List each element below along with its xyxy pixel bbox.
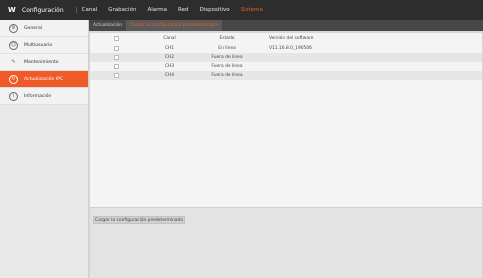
update-icon: ↻: [9, 74, 18, 84]
cell-canal: CH1: [164, 46, 175, 51]
users-icon: ☺: [9, 40, 18, 50]
info-icon: i: [9, 91, 18, 101]
table-header: Canal Estado Versión del software: [90, 33, 482, 44]
sidebar-item-label: Actualización IPC: [24, 76, 64, 82]
table-row[interactable]: CH2 Fuera de línea: [90, 53, 482, 62]
sidebar-item-label: General: [24, 25, 43, 31]
cell-estado: Fuera de línea: [211, 73, 243, 78]
gear-icon: ⚙: [9, 23, 18, 33]
menu-dispositivo[interactable]: Dispositivo: [199, 7, 229, 13]
row-checkbox[interactable]: [113, 46, 119, 51]
cell-estado: Fuera de línea: [211, 55, 243, 60]
cell-canal: CH4: [164, 73, 175, 78]
sidebar-item-label: Mantenimiento: [24, 59, 59, 65]
sidebar: ⚙ General ☺ Multiusuario ✎ Mantenimiento…: [0, 20, 89, 278]
cell-version: V11.16.8.0_190506: [269, 46, 312, 51]
menu-grabacion[interactable]: Grabación: [108, 7, 136, 13]
load-default-config-button[interactable]: Cargar la configuración predeterminada: [93, 216, 185, 224]
table-body: CH1 En línea V11.16.8.0_190506 CH2 Fuera…: [90, 44, 482, 80]
cell-estado: Fuera de línea: [211, 64, 243, 69]
column-header-canal: Canal: [163, 36, 176, 41]
brand-logo: W: [8, 6, 16, 14]
column-header-estado: Estado: [219, 36, 235, 41]
title-separator: |: [75, 6, 78, 14]
action-area: Cargar la configuración predeterminada: [90, 207, 482, 278]
column-header-version: Versión del software: [269, 36, 314, 41]
tab-cargar-configuracion[interactable]: Cargar la configuración predeterminada: [126, 20, 223, 31]
sidebar-item-informacion[interactable]: i Información: [0, 88, 88, 105]
sidebar-item-multiusuario[interactable]: ☺ Multiusuario: [0, 37, 88, 54]
table-row[interactable]: CH1 En línea V11.16.8.0_190506: [90, 44, 482, 53]
menu-canal[interactable]: Canal: [82, 7, 98, 13]
table-row[interactable]: CH4 Fuera de línea: [90, 71, 482, 80]
wrench-icon: ✎: [11, 58, 16, 65]
row-checkbox[interactable]: [113, 64, 119, 69]
menu-red[interactable]: Red: [178, 7, 188, 13]
table-row[interactable]: CH3 Fuera de línea: [90, 62, 482, 71]
subtab-bar: Actualización Cargar la configuración pr…: [89, 20, 483, 31]
cell-canal: CH3: [164, 64, 175, 69]
select-all-checkbox[interactable]: [113, 36, 119, 41]
row-checkbox[interactable]: [113, 55, 119, 60]
app-title: Configuración: [22, 6, 64, 14]
main-panel: Actualización Cargar la configuración pr…: [89, 20, 483, 278]
sidebar-item-mantenimiento[interactable]: ✎ Mantenimiento: [0, 54, 88, 71]
cell-canal: CH2: [164, 55, 175, 60]
sidebar-item-label: Información: [24, 93, 52, 99]
menu-sistema[interactable]: Sistema: [241, 7, 263, 13]
menu-alarma[interactable]: Alarma: [147, 7, 167, 13]
cell-estado: En línea: [218, 46, 236, 51]
sidebar-item-actualizacion-ipc[interactable]: ↻ Actualización IPC: [0, 71, 88, 88]
sidebar-item-general[interactable]: ⚙ General: [0, 20, 88, 37]
sidebar-item-label: Multiusuario: [24, 42, 53, 48]
top-bar: W Configuración | Canal Grabación Alarma…: [0, 0, 483, 20]
channel-table: Canal Estado Versión del software CH1 En…: [90, 33, 482, 207]
tab-actualizacion[interactable]: Actualización: [89, 20, 126, 31]
row-checkbox[interactable]: [113, 73, 119, 78]
